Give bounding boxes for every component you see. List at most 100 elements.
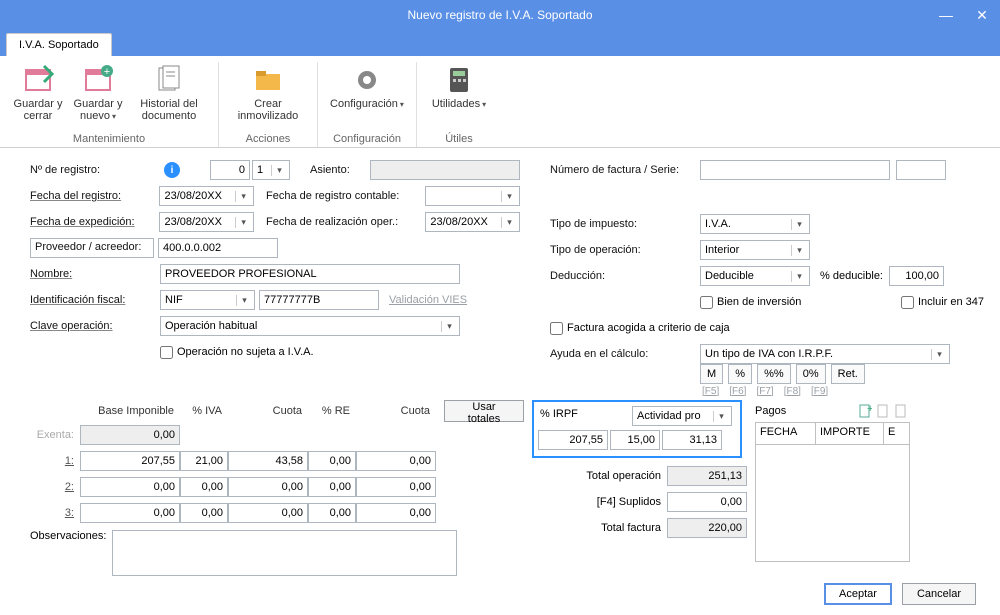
aceptar-button[interactable]: Aceptar — [824, 583, 892, 605]
r1-iva[interactable] — [180, 451, 228, 471]
label-proveedor[interactable]: Proveedor / acreedor: — [30, 238, 154, 258]
r2-cuota2[interactable] — [356, 477, 436, 497]
validacion-vies-link[interactable]: Validación VIES — [389, 294, 467, 306]
group-configuracion: Configuración — [333, 131, 401, 147]
fecha-expedicion-input[interactable]: 23/08/20XX▾ — [159, 212, 254, 232]
save-close-icon — [22, 64, 54, 96]
bien-inversion-checkbox[interactable]: Bien de inversión — [700, 296, 801, 309]
hdr-pct-iva: % IVA — [180, 405, 228, 417]
minimize-button[interactable]: — — [928, 0, 964, 30]
svg-text:+: + — [104, 66, 110, 78]
observaciones-input[interactable] — [112, 530, 457, 576]
label-row-3: 3: — [30, 507, 80, 519]
label-exenta: Exenta: — [30, 429, 80, 441]
close-button[interactable]: ✕ — [964, 0, 1000, 30]
historial-button[interactable]: Historial del documento — [130, 62, 208, 131]
total-operacion — [667, 466, 747, 486]
ribbon: Guardar y cerrar + Guardar y nuevo▾ Hist… — [0, 56, 1000, 148]
group-mantenimiento: Mantenimiento — [73, 131, 145, 147]
fecha-reg-contable-input[interactable]: ▾ — [425, 186, 520, 206]
guardar-cerrar-button[interactable]: Guardar y cerrar — [10, 62, 66, 131]
label-tipo-impuesto: Tipo de impuesto: — [550, 218, 700, 230]
tax-grid: Base Imponible % IVA Cuota % RE Cuota Us… — [30, 400, 524, 576]
r3-re[interactable] — [308, 503, 356, 523]
group-utiles: Útiles — [445, 131, 473, 147]
window-title: Nuevo registro de I.V.A. Soportado — [407, 8, 592, 22]
irpf-pct[interactable] — [610, 430, 660, 450]
label-fecha-registro: Fecha del registro: — [30, 190, 159, 202]
btn-0pct[interactable]: 0% — [796, 364, 826, 384]
label-ayuda-calculo: Ayuda en el cálculo: — [550, 348, 700, 360]
add-pago-icon[interactable]: + — [856, 402, 874, 420]
r2-iva[interactable] — [180, 477, 228, 497]
clave-operacion-select[interactable]: Operación habitual▾ — [160, 316, 460, 336]
r1-cuota2[interactable] — [356, 451, 436, 471]
label-total-operacion: Total operación — [551, 470, 661, 482]
n-registro-serie-select[interactable]: 1▾ — [252, 160, 290, 180]
guardar-nuevo-button[interactable]: + Guardar y nuevo▾ — [70, 62, 126, 131]
btn-ret[interactable]: Ret. — [831, 364, 865, 384]
r2-base[interactable] — [80, 477, 180, 497]
ident-valor-input[interactable] — [259, 290, 379, 310]
hdr-pct-re: % RE — [308, 405, 356, 417]
r1-cuota[interactable] — [228, 451, 308, 471]
r2-re[interactable] — [308, 477, 356, 497]
op-no-sujeta-checkbox[interactable]: Operación no sujeta a I.V.A. — [160, 346, 314, 359]
actividad-select[interactable]: Actividad pro▾ — [632, 406, 732, 426]
tab-iva-soportado[interactable]: I.V.A. Soportado — [6, 33, 112, 56]
criterio-caja-checkbox[interactable]: Factura acogida a criterio de caja — [550, 322, 730, 335]
pct-deducible-input[interactable] — [889, 266, 944, 286]
f9-hint: [F9] — [811, 386, 828, 397]
r3-cuota[interactable] — [228, 503, 308, 523]
r1-base[interactable] — [80, 451, 180, 471]
utilidades-button[interactable]: Utilidades▾ — [427, 62, 491, 131]
label-fecha-expedicion: Fecha de expedición: — [30, 216, 159, 228]
r3-base[interactable] — [80, 503, 180, 523]
configuracion-button[interactable]: Configuración▾ — [328, 62, 406, 131]
ident-tipo-select[interactable]: NIF▾ — [160, 290, 255, 310]
usar-totales-button[interactable]: Usar totales — [444, 400, 524, 422]
cancelar-button[interactable]: Cancelar — [902, 583, 976, 605]
info-icon[interactable]: i — [164, 162, 180, 178]
label-pct-deducible: % deducible: — [820, 270, 883, 282]
label-nombre: Nombre: — [30, 268, 160, 280]
r3-cuota2[interactable] — [356, 503, 436, 523]
f5-hint: [F5] — [702, 386, 719, 397]
btn-pct[interactable]: % — [728, 364, 752, 384]
f8-hint: [F8] — [784, 386, 801, 397]
label-tipo-operacion: Tipo de operación: — [550, 244, 700, 256]
edit-pago-icon[interactable] — [874, 402, 892, 420]
total-factura — [667, 518, 747, 538]
fecha-realizacion-input[interactable]: 23/08/20XX▾ — [425, 212, 520, 232]
pagos-grid[interactable]: FECHA IMPORTE E — [755, 422, 910, 562]
serie-input[interactable] — [896, 160, 946, 180]
pagos-hdr-fecha: FECHA — [756, 423, 816, 444]
ayuda-calculo-select[interactable]: Un tipo de IVA con I.R.P.F.▾ — [700, 344, 950, 364]
btn-pctpct[interactable]: %% — [757, 364, 791, 384]
n-registro-input[interactable] — [210, 160, 250, 180]
asiento-input — [370, 160, 520, 180]
tipo-impuesto-select[interactable]: I.V.A.▾ — [700, 214, 810, 234]
label-observaciones: Observaciones: — [30, 530, 106, 542]
f7-hint: [F7] — [756, 386, 773, 397]
label-row-1: 1: — [30, 455, 80, 467]
incluir-347-checkbox[interactable]: Incluir en 347 — [901, 296, 984, 309]
num-factura-input[interactable] — [700, 160, 890, 180]
r3-iva[interactable] — [180, 503, 228, 523]
suplidos[interactable] — [667, 492, 747, 512]
proveedor-input[interactable] — [158, 238, 278, 258]
tabstrip: I.V.A. Soportado — [0, 30, 1000, 56]
btn-m[interactable]: M — [700, 364, 723, 384]
crear-inmovilizado-button[interactable]: Crear inmovilizado — [229, 62, 307, 131]
irpf-base[interactable] — [538, 430, 608, 450]
r2-cuota[interactable] — [228, 477, 308, 497]
deduccion-select[interactable]: Deducible▾ — [700, 266, 810, 286]
r1-re[interactable] — [308, 451, 356, 471]
nombre-input[interactable] — [160, 264, 460, 284]
delete-pago-icon[interactable] — [892, 402, 910, 420]
tipo-operacion-select[interactable]: Interior▾ — [700, 240, 810, 260]
irpf-cuota[interactable] — [662, 430, 722, 450]
svg-text:+: + — [867, 404, 872, 415]
group-acciones: Acciones — [246, 131, 291, 147]
fecha-registro-input[interactable]: 23/08/20XX▾ — [159, 186, 254, 206]
